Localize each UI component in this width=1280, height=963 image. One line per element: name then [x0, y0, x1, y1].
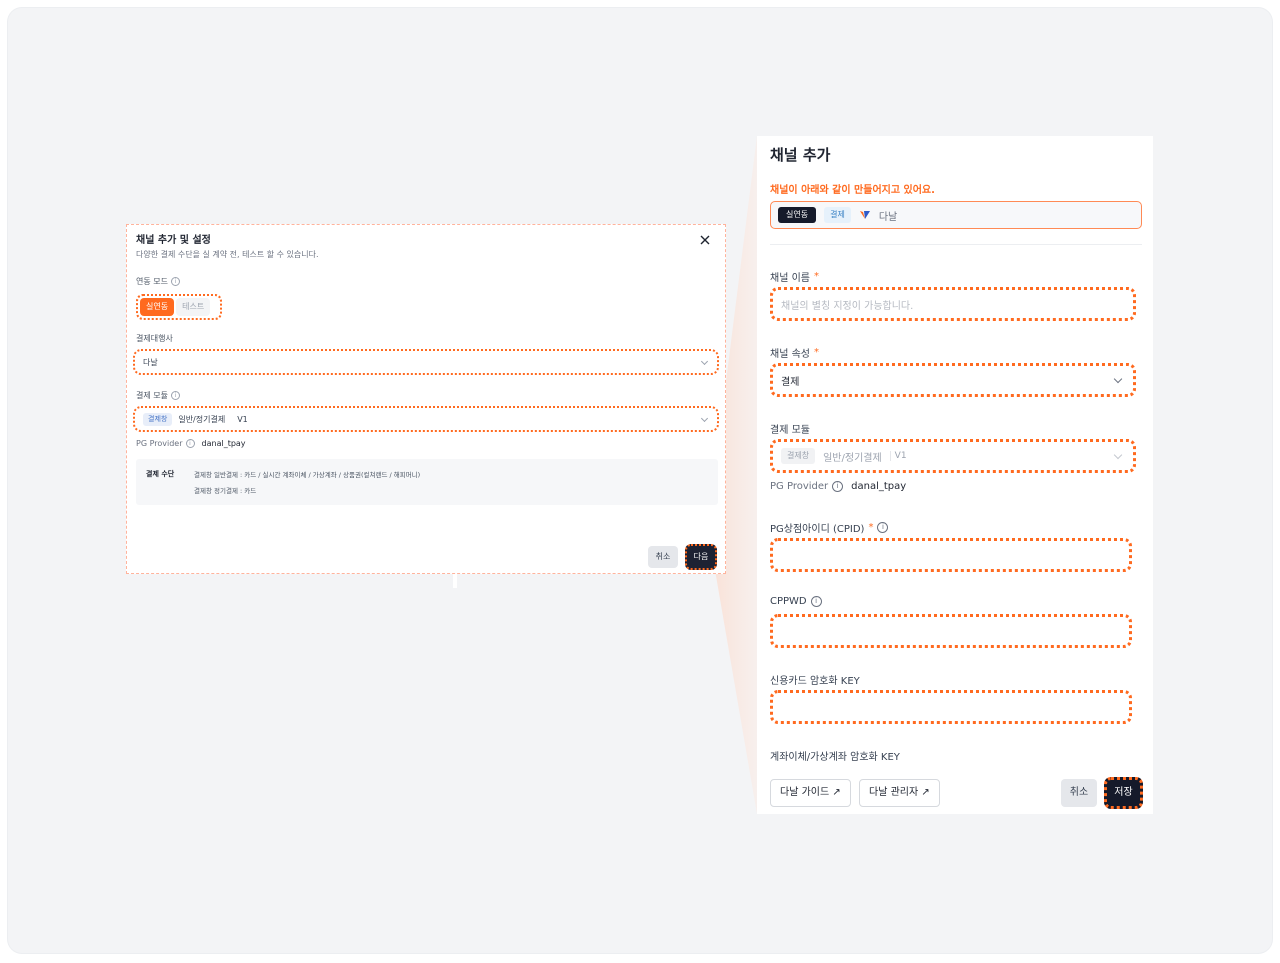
mode-label: 연동 모드 i: [136, 276, 180, 287]
dialog-subtitle: 다양한 결제 수단을 실 계약 전, 테스트 할 수 있습니다.: [136, 250, 319, 259]
channel-name-label: 채널 이름 *: [770, 271, 819, 284]
cpid-input[interactable]: [770, 538, 1132, 572]
channel-setup-dialog: 채널 추가 및 설정 다양한 결제 수단을 실 계약 전, 테스트 할 수 있습…: [126, 224, 726, 574]
required-mark: *: [868, 522, 874, 533]
chevron-down-icon: [1113, 374, 1123, 384]
required-mark: *: [813, 271, 819, 282]
mode-live-option[interactable]: 실연동: [140, 298, 175, 316]
card-key-input[interactable]: [770, 690, 1132, 724]
channel-attr-label: 채널 속성 *: [770, 347, 819, 360]
cppwd-label: CPPWD i: [770, 596, 822, 607]
module-select[interactable]: 결제창 일반/정기결제 V1: [770, 439, 1136, 473]
required-mark: *: [813, 347, 819, 358]
info-icon[interactable]: i: [832, 481, 844, 492]
module-label: 결제 모듈: [770, 425, 810, 436]
creation-notice: 채널이 아래와 같이 만들어지고 있어요.: [770, 185, 935, 196]
danal-logo-icon: [859, 211, 870, 219]
type-badge: 결제: [824, 207, 851, 223]
account-key-label: 계좌이체/가상계좌 암호화 KEY: [770, 752, 900, 763]
info-icon[interactable]: i: [185, 439, 195, 448]
card-key-label: 신용카드 암호화 KEY: [770, 676, 860, 687]
pg-label: 결제대행사: [136, 334, 173, 343]
mode-badge: 실연동: [778, 207, 817, 223]
means-label: 결제 수단: [146, 470, 175, 478]
info-icon[interactable]: i: [170, 277, 180, 286]
pg-provider-row: PG Provider i danal_tpay: [136, 439, 246, 448]
dialog-title: 채널 추가 및 설정: [136, 235, 211, 246]
info-icon[interactable]: i: [810, 596, 822, 607]
info-icon[interactable]: i: [877, 522, 889, 533]
payment-means-box: 결제 수단 결제창 일반결제 : 카드 / 실시간 계좌이체 / 가상계좌 / …: [136, 459, 718, 505]
cppwd-input[interactable]: [770, 614, 1132, 648]
pg-name: 다날: [878, 211, 898, 223]
cancel-button[interactable]: 취소: [1061, 779, 1097, 807]
module-select[interactable]: 결제창 일반/정기결제 V1: [133, 406, 719, 432]
means-line-2: 결제창 정기결제 : 카드: [194, 487, 257, 495]
module-version: V1: [889, 451, 911, 461]
dialog-notch: [453, 574, 457, 588]
chevron-down-icon: [1113, 450, 1123, 460]
module-tag: 결제창: [781, 448, 816, 464]
cpid-label: PG상점아이디 (CPID) * i: [770, 520, 889, 535]
danal-admin-button[interactable]: 다날 관리자 ↗: [859, 779, 940, 807]
module-tag: 결제창: [143, 412, 173, 426]
save-button[interactable]: 저장: [1104, 777, 1143, 809]
mode-test-option[interactable]: 테스트: [176, 298, 211, 316]
mode-toggle: 실연동 테스트: [136, 294, 222, 320]
panel-title: 채널 추가: [770, 146, 831, 164]
pg-select[interactable]: 다날: [133, 349, 719, 375]
danal-guide-button[interactable]: 다날 가이드 ↗: [770, 779, 851, 807]
channel-add-panel: 채널 추가 채널이 아래와 같이 만들어지고 있어요. 실연동 결제 다날 채널…: [757, 136, 1153, 814]
channel-attr-select[interactable]: 결제: [770, 363, 1136, 397]
pg-provider-row: PG Provider i danal_tpay: [770, 481, 907, 492]
module-version: V1: [237, 414, 248, 424]
chevron-down-icon: [700, 357, 709, 366]
divider: [770, 244, 1142, 245]
next-button[interactable]: 다음: [685, 544, 717, 570]
close-icon[interactable]: [699, 234, 711, 246]
module-label: 결제 모듈 i: [136, 390, 180, 401]
channel-name-input[interactable]: 채널의 별칭 지정이 가능합니다.: [770, 287, 1136, 321]
channel-preview: 실연동 결제 다날: [770, 201, 1142, 229]
means-line-1: 결제창 일반결제 : 카드 / 실시간 계좌이체 / 가상계좌 / 상품권(컬쳐…: [194, 471, 421, 479]
chevron-down-icon: [700, 414, 709, 423]
cancel-button[interactable]: 취소: [648, 546, 678, 568]
info-icon[interactable]: i: [170, 391, 180, 400]
